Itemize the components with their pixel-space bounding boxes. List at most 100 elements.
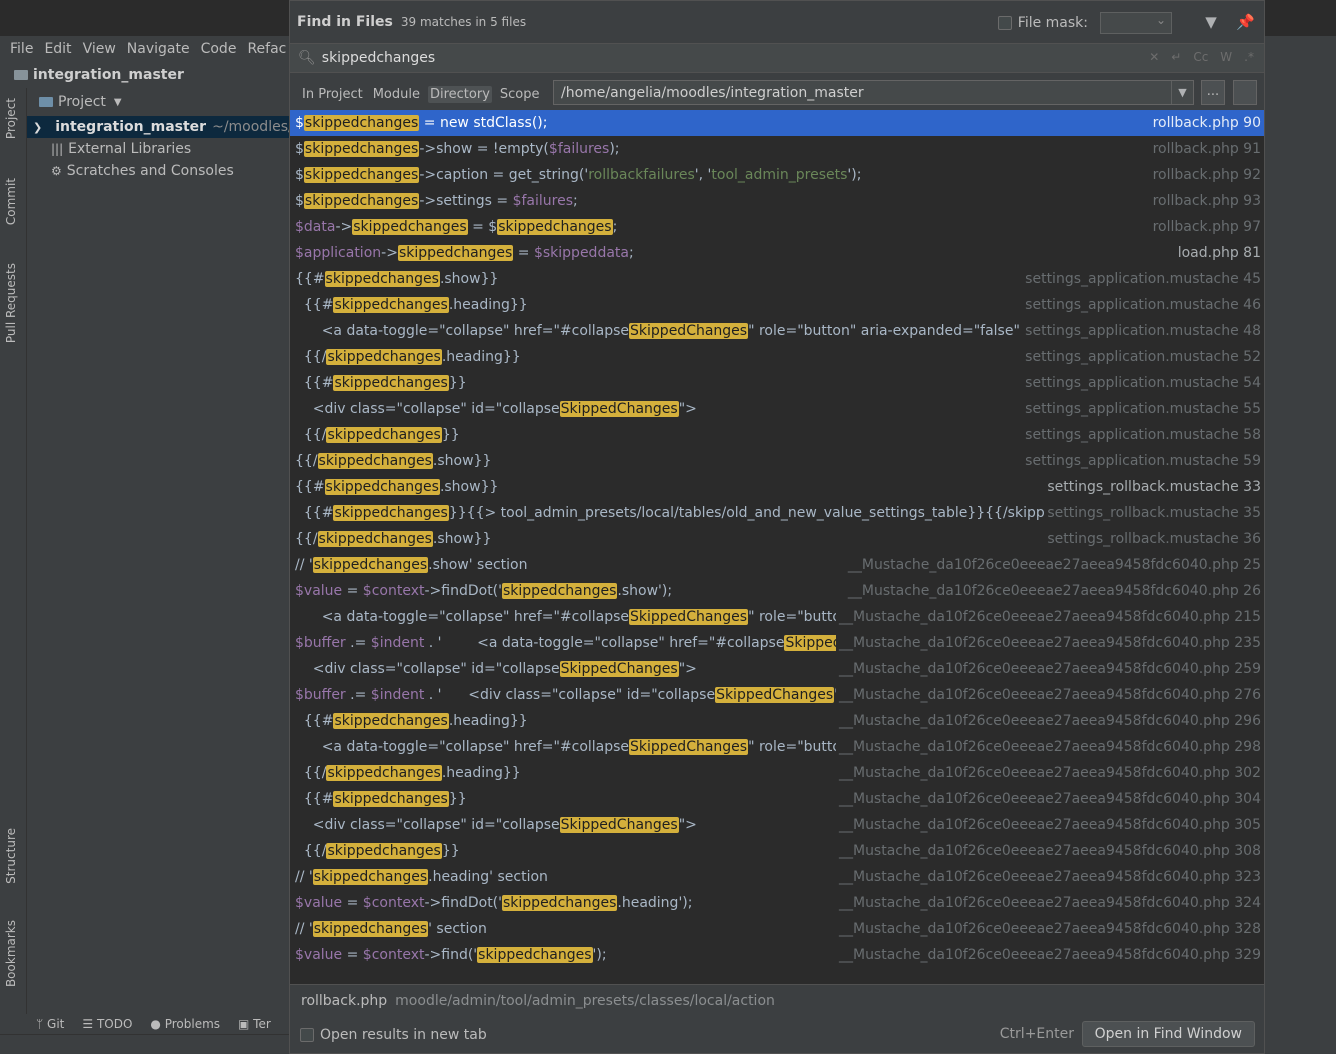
- result-row[interactable]: $skippedchanges->caption = get_string('r…: [290, 162, 1264, 188]
- result-file-location: settings_application.mustache 54: [1022, 370, 1261, 396]
- open-in-find-window-button[interactable]: Open in Find Window: [1081, 1021, 1255, 1047]
- menu-navigate[interactable]: Navigate: [127, 41, 190, 57]
- menu-bar: File Edit View Navigate Code Refac: [0, 36, 290, 62]
- search-query[interactable]: skippedchanges: [322, 50, 435, 66]
- result-row[interactable]: // 'skippedchanges.heading' section __Mus…: [290, 864, 1264, 890]
- result-row[interactable]: {{#skippedchanges.heading}} __Mustache_da…: [290, 708, 1264, 734]
- directory-combobox[interactable]: /home/angelia/moodles/integration_master…: [553, 80, 1194, 105]
- newline-icon[interactable]: ↵: [1171, 50, 1181, 64]
- result-row[interactable]: {{#skippedchanges}}{{> tool_admin_preset…: [290, 500, 1264, 526]
- result-row[interactable]: $value = $context->find('skippedchanges'…: [290, 942, 1264, 968]
- result-file-location: __Mustache_da10f26ce0eeeae27aeea9458fdc6…: [835, 916, 1261, 942]
- file-mask-dropdown[interactable]: [1100, 12, 1172, 34]
- result-row[interactable]: <div class="collapse" id="collapseSkippe…: [290, 812, 1264, 838]
- result-file-location: __Mustache_da10f26ce0eeeae27aeea9458fdc6…: [835, 942, 1261, 968]
- info-icon: ●: [150, 1017, 165, 1031]
- result-code: $data->skippedchanges = $skippedchanges;: [295, 219, 618, 235]
- tab-project[interactable]: Project: [4, 98, 18, 139]
- result-row[interactable]: <a data-toggle="collapse" href="#collaps…: [290, 734, 1264, 760]
- menu-file[interactable]: File: [10, 41, 33, 57]
- result-file-location: __Mustache_da10f26ce0eeeae27aeea9458fdc6…: [835, 604, 1261, 630]
- match-case-toggle[interactable]: Cc: [1193, 50, 1208, 64]
- results-list[interactable]: $skippedchanges = new stdClass(); rollbac…: [290, 110, 1264, 984]
- menu-view[interactable]: View: [83, 41, 116, 57]
- result-row[interactable]: {{/skippedchanges.show}} settings_applica…: [290, 448, 1264, 474]
- search-options: ✕ ↵ Cc W .*: [1149, 50, 1254, 64]
- result-row[interactable]: {{/skippedchanges}} __Mustache_da10f26ce0…: [290, 838, 1264, 864]
- tab-git[interactable]: ᛘ Git: [36, 1017, 64, 1031]
- result-code: <div class="collapse" id="collapseSkippe…: [295, 401, 697, 417]
- result-row[interactable]: {{/skippedchanges.heading}} __Mustache_da…: [290, 760, 1264, 786]
- open-new-tab-checkbox[interactable]: [300, 1027, 314, 1042]
- clear-icon[interactable]: ✕: [1149, 50, 1159, 64]
- scope-module[interactable]: Module: [371, 86, 422, 103]
- result-file-location: settings_application.mustache 46: [1022, 292, 1261, 318]
- scope-in-project[interactable]: In Project: [300, 86, 365, 103]
- result-row[interactable]: // 'skippedchanges.show' section __Mustac…: [290, 552, 1264, 578]
- result-row[interactable]: {{#skippedchanges.heading}} settings_appl…: [290, 292, 1264, 318]
- result-row[interactable]: $skippedchanges->settings = $failures; ro…: [290, 188, 1264, 214]
- browse-button[interactable]: ...: [1201, 80, 1225, 105]
- result-code: $buffer .= $indent . ' <div class="colla…: [295, 687, 852, 703]
- result-row[interactable]: <div class="collapse" id="collapseSkippe…: [290, 656, 1264, 682]
- result-row[interactable]: $value = $context->findDot('skippedchang…: [290, 890, 1264, 916]
- result-code: // 'skippedchanges.show' section: [295, 557, 528, 573]
- result-code: $skippedchanges->caption = get_string('r…: [295, 167, 862, 183]
- scope-directory[interactable]: Directory: [427, 85, 492, 103]
- tab-bookmarks[interactable]: Bookmarks: [4, 920, 18, 987]
- result-row[interactable]: $data->skippedchanges = $skippedchanges;…: [290, 214, 1264, 240]
- menu-edit[interactable]: Edit: [44, 41, 71, 57]
- chevron-down-icon[interactable]: ▼: [1171, 81, 1193, 104]
- result-file-location: __Mustache_da10f26ce0eeeae27aeea9458fdc6…: [835, 656, 1261, 682]
- result-row[interactable]: $skippedchanges = new stdClass(); rollbac…: [290, 110, 1264, 136]
- recursive-toggle-icon[interactable]: [1233, 80, 1257, 105]
- tab-structure[interactable]: Structure: [4, 828, 18, 884]
- file-mask-checkbox[interactable]: [997, 16, 1012, 30]
- result-row[interactable]: $buffer .= $indent . ' <a data-toggle="c…: [290, 630, 1264, 656]
- tab-pull-requests[interactable]: Pull Requests: [4, 263, 18, 343]
- open-new-tab-label: Open results in new tab: [320, 1026, 487, 1043]
- result-row[interactable]: <a data-toggle="collapse" href="#collaps…: [290, 318, 1264, 344]
- result-file-location: rollback.php 91: [1149, 136, 1261, 162]
- result-file-location: settings_application.mustache 55: [1022, 396, 1261, 422]
- filter-icon[interactable]: ▼: [1202, 13, 1220, 31]
- menu-code[interactable]: Code: [201, 41, 237, 57]
- pin-icon[interactable]: 📌: [1236, 13, 1255, 31]
- search-field[interactable]: 🔍︎ skippedchanges ✕ ↵ Cc W .*: [290, 43, 1264, 73]
- result-row[interactable]: {{#skippedchanges}} settings_application.…: [290, 370, 1264, 396]
- result-row[interactable]: $buffer .= $indent . ' <div class="colla…: [290, 682, 1264, 708]
- result-row[interactable]: <div class="collapse" id="collapseSkippe…: [290, 396, 1264, 422]
- result-code: {{#skippedchanges.heading}}: [295, 713, 528, 729]
- result-row[interactable]: {{#skippedchanges.show}} settings_applica…: [290, 266, 1264, 292]
- tab-terminal[interactable]: ▣ Ter: [238, 1017, 271, 1031]
- result-row[interactable]: $application->skippedchanges = $skippedd…: [290, 240, 1264, 266]
- result-code: // 'skippedchanges' section: [295, 921, 487, 937]
- tab-todo[interactable]: ☰ TODO: [82, 1017, 132, 1031]
- result-row[interactable]: $value = $context->findDot('skippedchang…: [290, 578, 1264, 604]
- result-row[interactable]: // 'skippedchanges' section __Mustache_da…: [290, 916, 1264, 942]
- dialog-header[interactable]: Find in Files 39 matches in 5 files File…: [290, 1, 1264, 43]
- project-panel-header[interactable]: Project ▼: [27, 88, 290, 116]
- result-row[interactable]: {{#skippedchanges.show}} settings_rollbac…: [290, 474, 1264, 500]
- result-row[interactable]: {{/skippedchanges.show}} settings_rollbac…: [290, 526, 1264, 552]
- result-row[interactable]: {{#skippedchanges}} __Mustache_da10f26ce0…: [290, 786, 1264, 812]
- project-breadcrumb[interactable]: integration_master: [0, 62, 290, 88]
- words-toggle[interactable]: W: [1220, 50, 1232, 64]
- tab-problems[interactable]: ● Problems: [150, 1017, 220, 1031]
- result-row[interactable]: {{/skippedchanges}} settings_application.…: [290, 422, 1264, 448]
- scope-custom[interactable]: Scope: [498, 86, 542, 103]
- menu-refactor[interactable]: Refac: [247, 41, 286, 57]
- result-file-location: __Mustache_da10f26ce0eeeae27aeea9458fdc6…: [835, 682, 1261, 708]
- tree-item-scratches[interactable]: ⚙ Scratches and Consoles: [27, 160, 290, 182]
- tab-commit[interactable]: Commit: [4, 178, 18, 225]
- chevron-down-icon[interactable]: ▼: [114, 97, 122, 108]
- result-code: {{#skippedchanges.heading}}: [295, 297, 528, 313]
- result-row[interactable]: {{/skippedchanges.heading}} settings_appl…: [290, 344, 1264, 370]
- regex-toggle[interactable]: .*: [1244, 50, 1254, 64]
- result-row[interactable]: $skippedchanges->show = !empty($failures…: [290, 136, 1264, 162]
- chevron-right-icon[interactable]: ❯: [33, 121, 42, 134]
- tree-item-project-root[interactable]: ❯ integration_master ~/moodles/: [27, 116, 293, 138]
- result-row[interactable]: <a data-toggle="collapse" href="#collaps…: [290, 604, 1264, 630]
- result-file-location: __Mustache_da10f26ce0eeeae27aeea9458fdc6…: [844, 552, 1261, 578]
- tree-item-external-libraries[interactable]: ||| External Libraries: [27, 138, 290, 160]
